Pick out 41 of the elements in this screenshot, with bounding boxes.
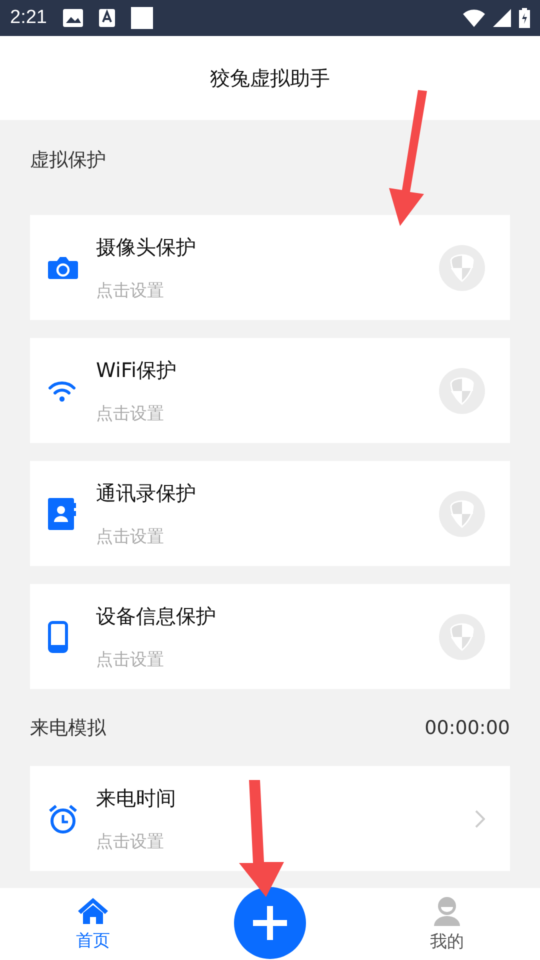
shield-toggle[interactable]: [439, 368, 485, 414]
setting-card[interactable]: WiFi保护 点击设置: [30, 338, 510, 443]
camera-icon: [48, 256, 78, 280]
chevron-icon: [475, 810, 485, 828]
setting-card[interactable]: 摄像头保护 点击设置: [30, 215, 510, 320]
status-time: 2:21: [10, 7, 47, 29]
item-title: 通讯录保护: [96, 480, 197, 506]
setting-card[interactable]: 设备信息保护 点击设置: [30, 584, 510, 689]
item-subtitle: 点击设置: [96, 830, 165, 852]
home-icon: [78, 896, 108, 924]
person-icon: [432, 896, 462, 926]
item-title: 设备信息保护: [96, 602, 217, 630]
item-subtitle: 点击设置: [96, 280, 165, 302]
item-title: 来电时间: [96, 784, 177, 812]
item-title: 摄像头保护: [96, 234, 197, 260]
notification-icon: [130, 7, 153, 29]
battery-icon: [519, 8, 530, 28]
alarm-clock-icon: [48, 804, 78, 834]
section-title: 来电模拟: [30, 716, 106, 741]
wifi-icon: [48, 380, 76, 402]
timer-value: 00:00:00: [424, 717, 510, 739]
font-icon: [98, 9, 115, 27]
shield-toggle[interactable]: [439, 244, 485, 290]
shield-toggle[interactable]: [439, 614, 485, 660]
nav-tab[interactable]: 我的: [409, 888, 485, 960]
setting-card[interactable]: 来电时间 点击设置: [30, 766, 510, 871]
item-subtitle: 点击设置: [96, 402, 165, 424]
item-title: WiFi保护: [96, 356, 178, 384]
plus-icon: [253, 906, 287, 940]
section-title: 虚拟保护: [30, 148, 106, 173]
image-icon: [62, 9, 83, 27]
item-subtitle: 点击设置: [96, 648, 165, 670]
signal-icon: [493, 9, 511, 27]
item-subtitle: 点击设置: [96, 526, 165, 548]
wifi-icon: [463, 9, 485, 27]
shield-toggle[interactable]: [439, 490, 485, 536]
contact-book-icon: [48, 498, 76, 530]
setting-card[interactable]: 通讯录保护 点击设置: [30, 461, 510, 566]
phone-icon: [48, 620, 68, 652]
page-title: 狡兔虚拟助手: [210, 64, 330, 92]
nav-tab[interactable]: 首页: [55, 888, 131, 960]
